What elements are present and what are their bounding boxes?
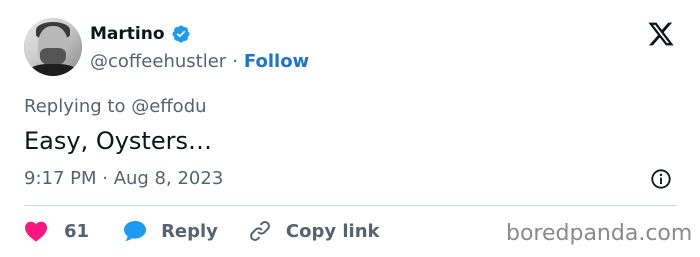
follow-button[interactable]: Follow	[244, 51, 309, 72]
author-handle[interactable]: @coffeehustler	[90, 51, 226, 72]
divider	[24, 205, 677, 206]
reply-button[interactable]: Reply	[123, 220, 218, 242]
tweet-timestamp[interactable]: 9:17 PM · Aug 8, 2023	[24, 168, 223, 189]
action-bar: 61 Reply Copy link	[24, 218, 380, 244]
tweet-text: Easy, Oysters…	[24, 127, 212, 155]
reply-label: Reply	[161, 220, 218, 242]
info-icon[interactable]	[650, 168, 672, 190]
heart-icon	[25, 221, 47, 242]
author-name[interactable]: Martino	[90, 24, 165, 44]
speech-bubble-icon	[124, 221, 147, 241]
separator-dot: ·	[232, 51, 238, 72]
verified-badge-icon	[171, 25, 190, 43]
replying-to-label[interactable]: Replying to @effodu	[24, 96, 207, 117]
x-logo-icon[interactable]	[646, 20, 676, 48]
author-name-row[interactable]: Martino	[90, 24, 191, 44]
like-count: 61	[64, 220, 90, 242]
copy-link-button[interactable]: Copy link	[248, 219, 380, 243]
author-handle-row: @coffeehustler · Follow	[90, 51, 309, 72]
watermark: boredpanda.com	[506, 221, 693, 246]
avatar[interactable]	[24, 18, 82, 76]
like-button[interactable]: 61	[24, 220, 89, 242]
copy-link-label: Copy link	[285, 220, 380, 242]
link-icon	[249, 221, 270, 241]
